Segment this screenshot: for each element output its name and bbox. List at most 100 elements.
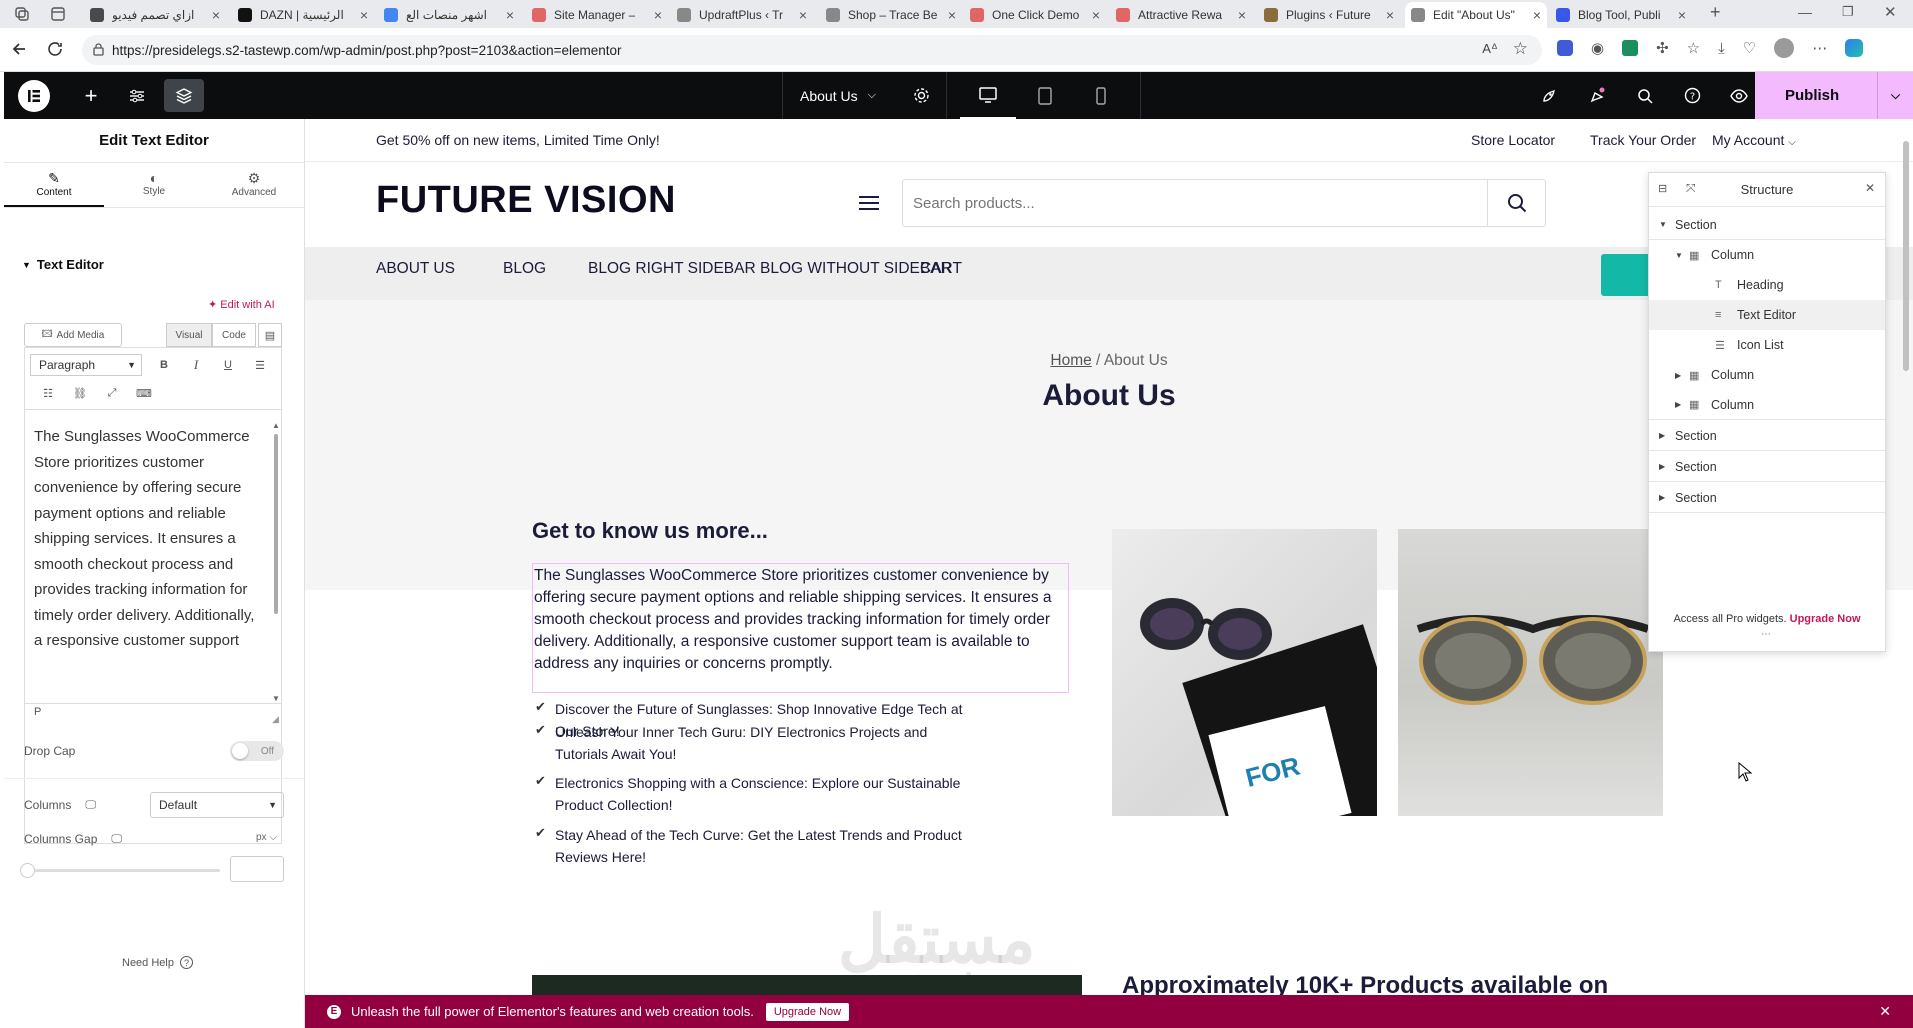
search-input[interactable] (903, 194, 1483, 212)
close-icon[interactable]: ✕ (1879, 1003, 1891, 1020)
tab-close-icon[interactable]: × (208, 7, 220, 23)
workspaces-icon[interactable] (14, 6, 30, 22)
desktop-device-icon[interactable]: 🖵 (111, 833, 122, 846)
elementor-logo-icon[interactable] (14, 72, 54, 119)
columns-gap-input[interactable] (230, 856, 284, 882)
site-settings-icon[interactable] (122, 72, 152, 119)
tab-close-icon[interactable]: × (1234, 7, 1246, 23)
caret-right-icon[interactable]: ▶ (1659, 493, 1665, 502)
tab-close-icon[interactable]: × (795, 7, 807, 23)
tab-close-icon[interactable]: × (1529, 7, 1541, 23)
favorites-icon[interactable]: ☆ (1687, 39, 1700, 57)
navigator-item-section[interactable]: ▶ Section (1649, 452, 1885, 482)
browser-tab[interactable]: اشهر منصات الع × (378, 2, 520, 28)
tab-close-icon[interactable]: × (944, 7, 956, 23)
navigator-item-heading[interactable]: T Heading (1649, 270, 1885, 300)
breadcrumb-home-link[interactable]: Home (1050, 352, 1091, 369)
resize-dots-icon[interactable]: ⋯ (1761, 629, 1771, 640)
sunglasses-image-2[interactable] (1398, 529, 1663, 816)
slider-handle[interactable] (20, 863, 35, 878)
tab-close-icon[interactable]: × (502, 7, 514, 23)
tab-content[interactable]: ✎ Content (4, 163, 104, 207)
favorite-star-icon[interactable]: ☆ (1513, 39, 1528, 59)
resize-handle-icon[interactable]: ◢ (272, 714, 279, 725)
bullet-list-icon[interactable]: ☰ (250, 355, 270, 375)
browser-tab[interactable]: Site Manager – × (526, 2, 668, 28)
unit-selector[interactable]: px ⌵ (256, 832, 277, 843)
navigator-item-section[interactable]: ▶ Section (1649, 483, 1885, 513)
notifications-icon[interactable] (1582, 72, 1612, 119)
code-tab[interactable]: Code (212, 323, 256, 347)
link-icon[interactable]: ⛓ (70, 383, 90, 403)
restore-button[interactable]: ❐ (1842, 4, 1854, 20)
hamburger-menu-icon[interactable] (858, 195, 880, 211)
editor-scrollbar[interactable]: ▲ ▼ (272, 421, 280, 703)
navigator-item-section[interactable]: ▼ Section (1649, 210, 1885, 240)
downloads-icon[interactable]: ⤓ (1718, 40, 1725, 57)
track-order-link[interactable]: Track Your Order (1590, 132, 1696, 148)
new-tab-button[interactable]: + (1710, 2, 1721, 23)
close-icon[interactable]: ✕ (1865, 181, 1875, 195)
publish-options-chevron-icon[interactable]: ⌵ (1877, 72, 1913, 119)
text-editor-section-header[interactable]: ▼ Text Editor (22, 257, 104, 272)
minimize-button[interactable]: — (1798, 4, 1812, 20)
url-field[interactable]: https://presidelegs.s2-tastewp.com/wp-ad… (82, 35, 1542, 65)
nav-item[interactable]: BLOG RIGHT SIDEBAR (588, 260, 756, 278)
screenshot-icon[interactable]: ◉ (1591, 39, 1604, 57)
browser-tab[interactable]: Shop – Trace Be × (820, 2, 962, 28)
tab-actions-icon[interactable] (50, 6, 66, 22)
fullscreen-icon[interactable]: ⤢ (102, 383, 122, 403)
browser-tab[interactable]: Blog Tool, Publi × (1550, 2, 1692, 28)
navigator-item-text[interactable]: ≡ Text Editor (1649, 300, 1885, 330)
page-settings-gear-icon[interactable] (906, 72, 936, 119)
structure-toggle-icon[interactable] (164, 79, 204, 112)
extensions-puzzle-icon[interactable]: ✣ (1656, 39, 1669, 57)
refresh-icon[interactable] (46, 40, 64, 58)
browser-tab[interactable]: Edit "About Us" × (1405, 2, 1547, 28)
tab-close-icon[interactable]: × (1382, 7, 1394, 23)
italic-icon[interactable]: I (186, 355, 206, 375)
keyboard-icon[interactable]: ⌨ (134, 383, 154, 403)
navigator-item-column[interactable]: ▼ ▦ Column (1649, 240, 1885, 270)
browser-tab[interactable]: UpdraftPlus ‹ Tr × (671, 2, 813, 28)
drop-cap-toggle[interactable]: Off (230, 741, 284, 761)
extension-icon[interactable] (1557, 40, 1573, 56)
visual-tab[interactable]: Visual (166, 323, 212, 347)
browser-tab[interactable]: Attractive Rewa × (1110, 2, 1252, 28)
tab-close-icon[interactable]: × (1674, 7, 1686, 23)
caret-right-icon[interactable]: ▶ (1675, 371, 1681, 380)
bold-icon[interactable]: B (154, 355, 174, 375)
profile-avatar[interactable] (1774, 38, 1795, 58)
columns-gap-slider[interactable] (20, 863, 220, 878)
browser-tab[interactable]: Plugins ‹ Future × (1258, 2, 1400, 28)
close-window-button[interactable]: ✕ (1884, 3, 1897, 21)
extension-green-icon[interactable] (1622, 40, 1639, 56)
preview-eye-icon[interactable] (1724, 72, 1754, 119)
section-heading[interactable]: Get to know us more... (532, 518, 768, 544)
navigator-item-column[interactable]: ▶ ▦ Column (1649, 390, 1885, 420)
navigator-item-column[interactable]: ▶ ▦ Column (1649, 360, 1885, 390)
upgrade-link[interactable]: Upgrade Now (1790, 613, 1861, 625)
finder-rocket-icon[interactable] (1534, 72, 1564, 119)
editor-content[interactable]: The Sunglasses WooCommerce Store priorit… (34, 424, 266, 700)
tab-style[interactable]: ◐ Style (104, 163, 204, 207)
caret-right-icon[interactable]: ▶ (1659, 462, 1665, 471)
browser-tab[interactable]: ازاي تصمم فيديو × (84, 2, 226, 28)
store-locator-link[interactable]: Store Locator (1471, 132, 1555, 148)
edit-with-ai-button[interactable]: ✦ Edit with AI (208, 298, 275, 311)
add-element-icon[interactable]: + (76, 72, 106, 119)
columns-select[interactable]: Default ▼ (150, 792, 284, 818)
tab-advanced[interactable]: ⚙ Advanced (204, 163, 304, 207)
desktop-view-icon[interactable] (960, 72, 1016, 119)
need-help-link[interactable]: Need Help ? (122, 956, 193, 969)
page-selector[interactable]: About Us ⌵ (800, 72, 876, 119)
add-media-button[interactable]: 🖾 Add Media (24, 323, 122, 347)
nav-item[interactable]: CART (920, 260, 962, 278)
publish-button[interactable]: Publish ⌵ (1755, 72, 1913, 119)
back-icon[interactable] (10, 40, 28, 58)
more-menu-icon[interactable]: ⋯ (1812, 39, 1827, 57)
mobile-view-icon[interactable] (1073, 72, 1129, 119)
navigator-item-list[interactable]: ☰ Icon List (1649, 330, 1885, 360)
browser-essentials-icon[interactable]: ♡ (1743, 39, 1756, 57)
canvas-scrollbar[interactable] (1903, 141, 1911, 1001)
